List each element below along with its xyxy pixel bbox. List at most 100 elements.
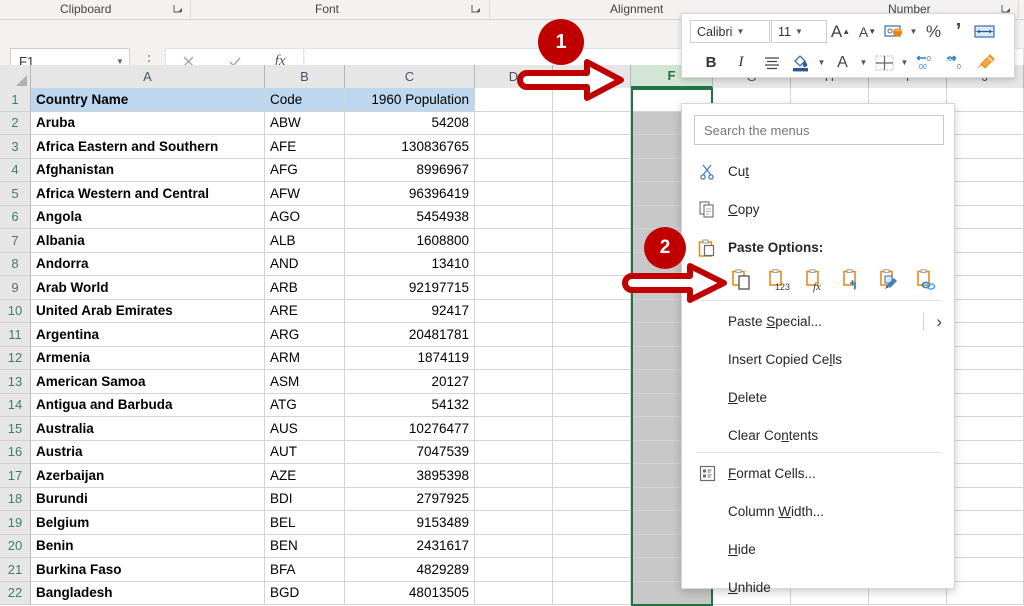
cell-C2[interactable]: 54208 — [345, 112, 475, 136]
cell-A17[interactable]: Azerbaijan — [31, 464, 265, 488]
cell-B6[interactable]: AGO — [265, 206, 345, 230]
cell-D14[interactable] — [475, 394, 553, 418]
cell-D2[interactable] — [475, 112, 553, 136]
cell-D18[interactable] — [475, 488, 553, 512]
cell-D4[interactable] — [475, 159, 553, 183]
cell-E5[interactable] — [553, 182, 631, 206]
font-color-chevron-down-icon[interactable]: ▼ — [857, 58, 870, 67]
row-header-6[interactable]: 6 — [0, 206, 31, 230]
cell-J17[interactable] — [947, 464, 1024, 488]
cell-J18[interactable] — [947, 488, 1024, 512]
cell-A16[interactable]: Austria — [31, 441, 265, 465]
italic-icon[interactable]: I — [726, 50, 756, 76]
cell-E3[interactable] — [553, 135, 631, 159]
cell-E20[interactable] — [553, 535, 631, 559]
cell-J13[interactable] — [947, 370, 1024, 394]
cell-D10[interactable] — [475, 300, 553, 324]
context-menu-item-paste-special[interactable]: Paste Special...› — [682, 304, 956, 339]
cell-J11[interactable] — [947, 323, 1024, 347]
cell-B17[interactable]: AZE — [265, 464, 345, 488]
cell-E10[interactable] — [553, 300, 631, 324]
row-header-10[interactable]: 10 — [0, 300, 31, 324]
column-header-c[interactable]: C — [345, 65, 475, 88]
font-name-combobox[interactable]: Calibri ▼ — [690, 20, 770, 43]
context-menu-item-unhide[interactable]: Unhide — [682, 570, 956, 605]
cell-E11[interactable] — [553, 323, 631, 347]
cell-E14[interactable] — [553, 394, 631, 418]
chevron-right-icon[interactable]: › — [936, 312, 942, 332]
cell-C10[interactable]: 92417 — [345, 300, 475, 324]
row-header-16[interactable]: 16 — [0, 441, 31, 465]
row-header-4[interactable]: 4 — [0, 159, 31, 183]
cell-C4[interactable]: 8996967 — [345, 159, 475, 183]
cell-A15[interactable]: Australia — [31, 417, 265, 441]
cell-A14[interactable]: Antigua and Barbuda — [31, 394, 265, 418]
cell-D13[interactable] — [475, 370, 553, 394]
cell-D9[interactable] — [475, 276, 553, 300]
cell-D7[interactable] — [475, 229, 553, 253]
borders-icon[interactable] — [870, 50, 898, 76]
column-header-a[interactable]: A — [31, 65, 265, 88]
cell-C6[interactable]: 5454938 — [345, 206, 475, 230]
cell-E9[interactable] — [553, 276, 631, 300]
context-menu-item-cut[interactable]: Cut — [682, 154, 956, 189]
cell-A9[interactable]: Arab World — [31, 276, 265, 300]
cell-B2[interactable]: ABW — [265, 112, 345, 136]
cell-A21[interactable]: Burkina Faso — [31, 558, 265, 582]
paste-link-icon[interactable] — [912, 265, 942, 297]
cell-E12[interactable] — [553, 347, 631, 371]
cell-B3[interactable]: AFE — [265, 135, 345, 159]
cell-C8[interactable]: 13410 — [345, 253, 475, 277]
cell-A11[interactable]: Argentina — [31, 323, 265, 347]
row-header-18[interactable]: 18 — [0, 488, 31, 512]
cell-E7[interactable] — [553, 229, 631, 253]
cell-D6[interactable] — [475, 206, 553, 230]
cell-B4[interactable]: AFG — [265, 159, 345, 183]
row-header-8[interactable]: 8 — [0, 253, 31, 277]
bold-icon[interactable]: B — [696, 50, 726, 76]
cell-A4[interactable]: Afghanistan — [31, 159, 265, 183]
cell-C22[interactable]: 48013505 — [345, 582, 475, 606]
font-size-combobox[interactable]: 11 ▼ — [771, 20, 827, 43]
cell-B15[interactable]: AUS — [265, 417, 345, 441]
cell-A3[interactable]: Africa Eastern and Southern — [31, 135, 265, 159]
row-header-22[interactable]: 22 — [0, 582, 31, 606]
increase-decimal-icon[interactable]: .00 0 — [941, 50, 971, 76]
cell-D21[interactable] — [475, 558, 553, 582]
row-header-1[interactable]: 1 — [0, 88, 31, 112]
cell-J15[interactable] — [947, 417, 1024, 441]
cell-A10[interactable]: United Arab Emirates — [31, 300, 265, 324]
cell-J22[interactable] — [947, 582, 1024, 606]
cell-J5[interactable] — [947, 182, 1024, 206]
cell-C5[interactable]: 96396419 — [345, 182, 475, 206]
context-menu-item-format-cells[interactable]: Format Cells... — [682, 456, 956, 491]
cell-J8[interactable] — [947, 253, 1024, 277]
paste-formatting-icon[interactable] — [875, 265, 905, 297]
context-menu-item-paste-options[interactable]: Paste Options: — [682, 230, 956, 265]
comma-style-icon[interactable]: ’ — [947, 19, 970, 45]
cell-A5[interactable]: Africa Western and Central — [31, 182, 265, 206]
cell-C17[interactable]: 3895398 — [345, 464, 475, 488]
cell-E18[interactable] — [553, 488, 631, 512]
row-header-5[interactable]: 5 — [0, 182, 31, 206]
cell-A19[interactable]: Belgium — [31, 511, 265, 535]
paste-all-icon[interactable] — [727, 265, 757, 297]
cell-B20[interactable]: BEN — [265, 535, 345, 559]
cell-D5[interactable] — [475, 182, 553, 206]
cell-B9[interactable]: ARB — [265, 276, 345, 300]
cell-D22[interactable] — [475, 582, 553, 606]
select-all-corner-button[interactable] — [0, 65, 31, 88]
cell-J20[interactable] — [947, 535, 1024, 559]
cell-D11[interactable] — [475, 323, 553, 347]
cell-C13[interactable]: 20127 — [345, 370, 475, 394]
cell-E4[interactable] — [553, 159, 631, 183]
shrink-font-icon[interactable]: A▼ — [854, 19, 881, 45]
cell-A2[interactable]: Aruba — [31, 112, 265, 136]
cell-J3[interactable] — [947, 135, 1024, 159]
cell-D12[interactable] — [475, 347, 553, 371]
cell-E19[interactable] — [553, 511, 631, 535]
cell-J12[interactable] — [947, 347, 1024, 371]
clipboard-dialog-launcher-icon[interactable] — [172, 3, 185, 16]
row-header-13[interactable]: 13 — [0, 370, 31, 394]
cell-D20[interactable] — [475, 535, 553, 559]
